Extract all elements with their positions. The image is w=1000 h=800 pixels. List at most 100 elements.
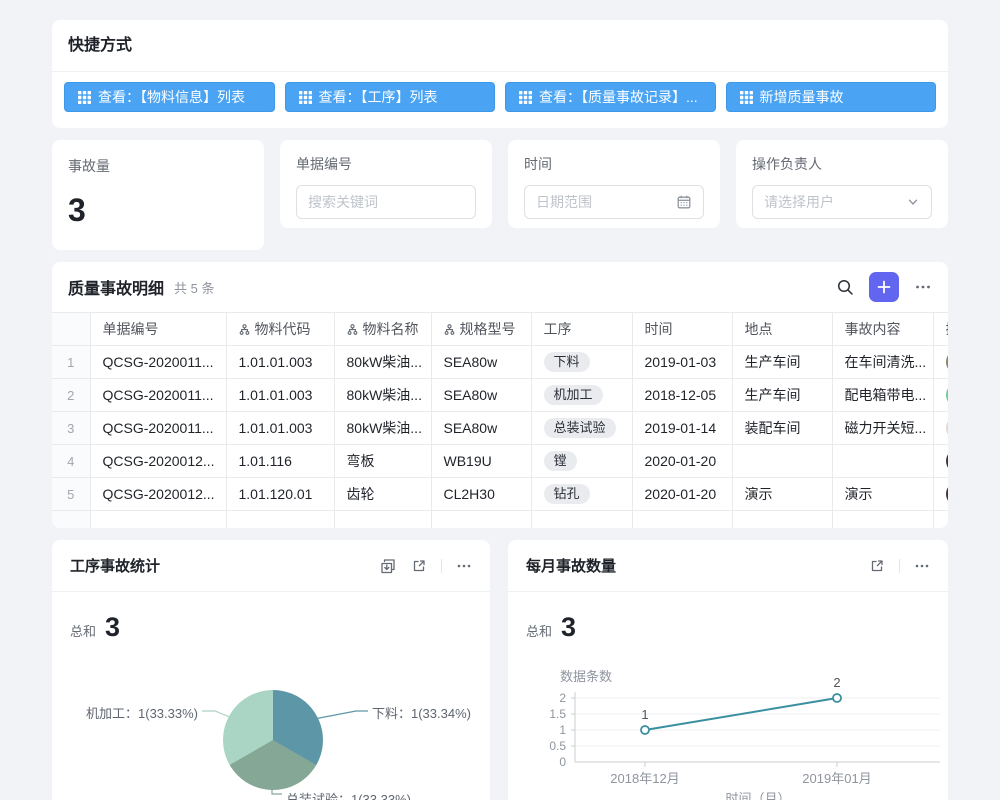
cell-spec-model: CL2H30 — [431, 478, 531, 511]
table-row[interactable]: 2 QCSG-2020011... 1.01.01.003 80kW柴油... … — [52, 379, 948, 412]
cell-spec-model: WB19U — [431, 445, 531, 478]
avatar — [946, 416, 949, 440]
incident-table: 单据编号 物料代码 物料名称 规格型号 工序 时间 地点 事故内容 操作负责人 … — [52, 312, 948, 528]
process-tag: 机加工 — [544, 385, 603, 405]
shortcut-view-process-list-button[interactable]: 查看：【工序】列表 — [285, 82, 496, 112]
process-tag: 镗 — [544, 451, 577, 471]
svg-text:1: 1 — [559, 723, 566, 737]
cell-spec-model: SEA80w — [431, 412, 531, 445]
row-index: 4 — [52, 445, 90, 478]
table-record-count: 共 5 条 — [174, 278, 214, 297]
table-row-partial — [52, 511, 948, 529]
column-header-time[interactable]: 时间 — [632, 313, 732, 346]
column-header-material-name[interactable]: 物料名称 — [334, 313, 431, 346]
table-row[interactable]: 5 QCSG-2020012... 1.01.120.01 齿轮 CL2H30 … — [52, 478, 948, 511]
calendar-icon[interactable] — [676, 194, 692, 210]
cell-place: 生产车间 — [732, 346, 832, 379]
column-header-content[interactable]: 事故内容 — [832, 313, 933, 346]
table-row[interactable]: 1 QCSG-2020011... 1.01.01.003 80kW柴油... … — [52, 346, 948, 379]
column-header-label: 物料名称 — [363, 319, 419, 339]
shortcut-view-incident-records-button[interactable]: 查看：【质量事故记录】... — [505, 82, 716, 112]
doc-no-search-input-box[interactable] — [296, 185, 476, 219]
ellipsis-icon — [914, 278, 932, 296]
row-index: 1 — [52, 346, 90, 379]
table-more-menu-button[interactable] — [914, 278, 932, 296]
pie-chart[interactable] — [223, 690, 323, 790]
shortcut-button-label: 新增质量事故 — [760, 87, 844, 107]
cell-process: 下料 — [531, 346, 632, 379]
cell-content: 演示 — [832, 478, 933, 511]
svg-text:0: 0 — [559, 755, 566, 769]
cell-operator — [933, 478, 948, 511]
user-select[interactable]: 请选择用户 — [752, 185, 932, 219]
shortcuts-title: 快捷方式 — [52, 20, 948, 72]
cell-spec-model: SEA80w — [431, 379, 531, 412]
relation-icon — [239, 324, 250, 335]
doc-no-filter-label: 单据编号 — [296, 154, 476, 174]
cell-process: 钻孔 — [531, 478, 632, 511]
column-header-label: 时间 — [645, 321, 673, 337]
cell-operator — [933, 412, 948, 445]
column-header-operator[interactable]: 操作负责人 — [933, 313, 948, 346]
shortcut-view-material-list-button[interactable]: 查看：【物料信息】列表 — [64, 82, 275, 112]
cell-doc-no: QCSG-2020012... — [90, 478, 226, 511]
shortcuts-card: 快捷方式 查看：【物料信息】列表 查看：【工序】列表 查看：【质量事故记录】..… — [52, 20, 948, 128]
cell-place: 演示 — [732, 478, 832, 511]
svg-text:1: 1 — [641, 707, 648, 722]
cell-doc-no: QCSG-2020011... — [90, 412, 226, 445]
process-tag: 下料 — [544, 352, 590, 372]
time-filter-label: 时间 — [524, 154, 704, 174]
cell-process: 机加工 — [531, 379, 632, 412]
cell-material-code: 1.01.120.01 — [226, 478, 334, 511]
table-row[interactable]: 3 QCSG-2020011... 1.01.01.003 80kW柴油... … — [52, 412, 948, 445]
gridlines — [575, 698, 940, 746]
column-header-place[interactable]: 地点 — [732, 313, 832, 346]
search-button[interactable] — [836, 278, 854, 296]
x-tick-labels: 2018年12月 2019年01月 — [610, 771, 871, 786]
cell-material-code: 1.01.01.003 — [226, 379, 334, 412]
add-record-button[interactable] — [869, 272, 899, 302]
cell-time: 2019-01-03 — [632, 346, 732, 379]
process-tag: 钻孔 — [544, 484, 590, 504]
line-chart[interactable]: 数据条数 2 1.5 1 0.5 0 1 2 — [508, 540, 948, 800]
column-header-label: 物料代码 — [255, 319, 311, 339]
relation-icon — [444, 324, 455, 335]
data-point[interactable] — [833, 694, 841, 702]
data-point[interactable] — [641, 726, 649, 734]
svg-text:2018年12月: 2018年12月 — [610, 771, 679, 786]
column-header-label: 操作负责人 — [946, 321, 949, 337]
cell-doc-no: QCSG-2020012... — [90, 445, 226, 478]
process-incident-stats-card: 工序事故统计 总和 3 机加工：1(33.33%) 下料：1(33.34%) 总… — [52, 540, 490, 800]
table-actions — [836, 272, 932, 302]
svg-text:0.5: 0.5 — [549, 739, 566, 753]
cell-material-code: 1.01.116 — [226, 445, 334, 478]
date-range-input[interactable] — [536, 194, 676, 210]
pie-label-assembly-test: 总装试验：1(33.33%) — [286, 789, 411, 800]
grid-icon — [78, 91, 91, 104]
cell-material-name: 80kW柴油... — [334, 412, 431, 445]
cell-process: 总装试验 — [531, 412, 632, 445]
operator-filter-card: 操作负责人 请选择用户 — [736, 140, 948, 228]
date-range-input-box[interactable] — [524, 185, 704, 219]
table-card-header: 质量事故明细 共 5 条 — [52, 262, 948, 312]
column-header-doc-no[interactable]: 单据编号 — [90, 313, 226, 346]
row-index: 5 — [52, 478, 90, 511]
avatar — [946, 482, 949, 506]
table-row[interactable]: 4 QCSG-2020012... 1.01.116 弯板 WB19U 镗 20… — [52, 445, 948, 478]
table-header-row: 单据编号 物料代码 物料名称 规格型号 工序 时间 地点 事故内容 操作负责人 — [52, 313, 948, 346]
process-tag: 总装试验 — [544, 418, 616, 438]
cell-operator — [933, 346, 948, 379]
column-header-label: 工序 — [544, 321, 572, 337]
doc-no-search-input[interactable] — [308, 194, 464, 210]
shortcut-add-incident-button[interactable]: 新增质量事故 — [726, 82, 937, 112]
y-tick-labels: 2 1.5 1 0.5 0 — [549, 691, 566, 769]
column-header-spec-model[interactable]: 规格型号 — [431, 313, 531, 346]
row-index: 2 — [52, 379, 90, 412]
column-header-process[interactable]: 工序 — [531, 313, 632, 346]
column-header-material-code[interactable]: 物料代码 — [226, 313, 334, 346]
column-header-label: 规格型号 — [460, 319, 516, 339]
cell-time: 2020-01-20 — [632, 445, 732, 478]
relation-icon — [347, 324, 358, 335]
cell-material-name: 弯板 — [334, 445, 431, 478]
grid-icon — [740, 91, 753, 104]
